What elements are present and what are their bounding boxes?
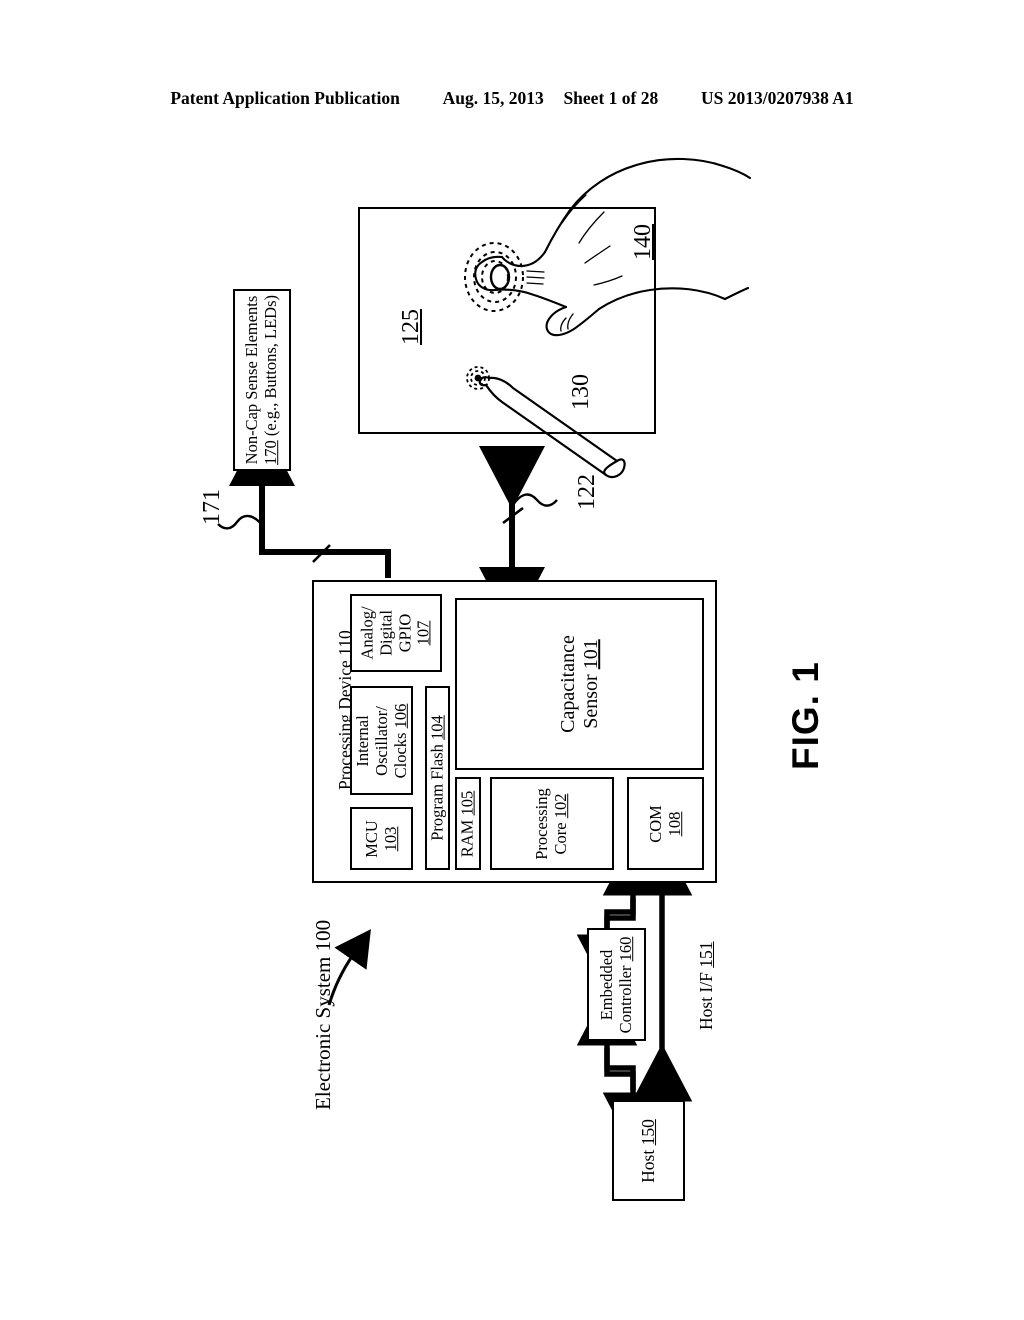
com-text: COM 108 [645,804,685,843]
non-cap-sense-line2: 170 (e.g., Buttons, LEDs) [261,294,280,466]
core-line1: Processing [532,787,552,860]
ec-line1: Embedded [596,949,616,1020]
ram-block[interactable]: RAM 105 [455,777,481,870]
mcu-text: MCU 103 [361,819,401,858]
cap-line1: Capacitance [556,635,579,733]
program-flash-label: Program Flash 104 [427,715,447,841]
stylus-ref-label: 130 [568,374,595,410]
stylus-ref: 130 [568,374,594,410]
touchscreen-ref-label: 125 [398,309,425,345]
gpio-line3: GPIO [395,613,414,653]
capacitance-sensor-block[interactable]: Capacitance Sensor 101 [455,598,704,770]
osc-line3: Clocks 106 [389,703,409,778]
program-flash-text: Program Flash 104 [427,715,447,841]
hand-ref-label: 140 [630,224,657,260]
program-flash-block[interactable]: Program Flash 104 [425,686,450,870]
embedded-controller-block[interactable]: Embedded Controller 160 [587,928,646,1041]
cap-line2: Sensor 101 [579,639,602,729]
non-cap-sense-elements-text: Non-Cap Sense Elements 170 (e.g., Button… [242,294,281,466]
ram-text: RAM 105 [457,790,478,857]
embedded-controller-text: Embedded Controller 160 [596,936,636,1033]
analog-digital-gpio-block[interactable]: Analog/ Digital GPIO 107 [350,594,442,672]
ec-line2: Controller 160 [615,936,635,1033]
mcu-line1: MCU [361,819,381,858]
non-cap-sense-elements-block[interactable]: Non-Cap Sense Elements 170 (e.g., Button… [233,289,291,471]
figure-number-label: FIG. 1 [785,661,827,770]
processing-core-text: Processing Core 102 [532,787,571,860]
host-block[interactable]: Host 150 [612,1100,685,1201]
non-cap-sense-line1: Non-Cap Sense Elements [242,295,262,465]
gpio-line1: Analog/ [357,606,377,660]
com-line1: COM [645,804,665,843]
processing-core-block[interactable]: Processing Core 102 [490,777,614,870]
bus-171-ref: 171 [199,489,225,525]
core-line2: Core 102 [551,793,570,854]
ram-label: RAM 105 [457,790,477,857]
host-label: Host 150 [637,1118,658,1183]
host-interface-text: Host I/F 151 [696,941,716,1030]
bus-171-label: 171 [199,489,226,525]
internal-oscillator-clocks-block[interactable]: Internal Oscillator/ Clocks 106 [350,686,413,795]
hand-ref: 140 [630,224,656,260]
electronic-system-label: Electronic System 100 [311,919,336,1110]
figure-number-text: FIG. 1 [785,661,826,770]
electronic-system-text: Electronic System 100 [311,919,335,1110]
mcu-block[interactable]: MCU 103 [350,807,413,870]
arrow-embedded-controller-to-host [576,987,664,1151]
analog-digital-gpio-text: Analog/ Digital GPIO 107 [357,606,433,660]
com-block[interactable]: COM 108 [627,777,704,870]
patent-figure-1: 125 140 130 171 122 Non-Cap Sense Elemen… [0,0,1024,1320]
capacitance-sensor-text: Capacitance Sensor 101 [557,635,603,733]
gpio-line2: Digital [376,610,396,656]
host-text: Host 150 [637,1118,659,1183]
bus-122-label: 122 [574,474,601,510]
host-interface-label: Host I/F 151 [696,941,717,1030]
touchscreen-ref: 125 [398,309,424,345]
internal-oscillator-text: Internal Oscillator/ Clocks 106 [352,703,409,778]
com-line2: 108 [664,811,684,836]
mcu-line2: 103 [380,826,400,851]
osc-line1: Internal [352,714,372,767]
osc-line2: Oscillator/ [371,705,391,776]
bus-arrow-171 [229,423,391,578]
leader-122 [512,493,558,507]
bus-122-ref: 122 [574,474,600,510]
gpio-line4: 107 [413,620,433,646]
